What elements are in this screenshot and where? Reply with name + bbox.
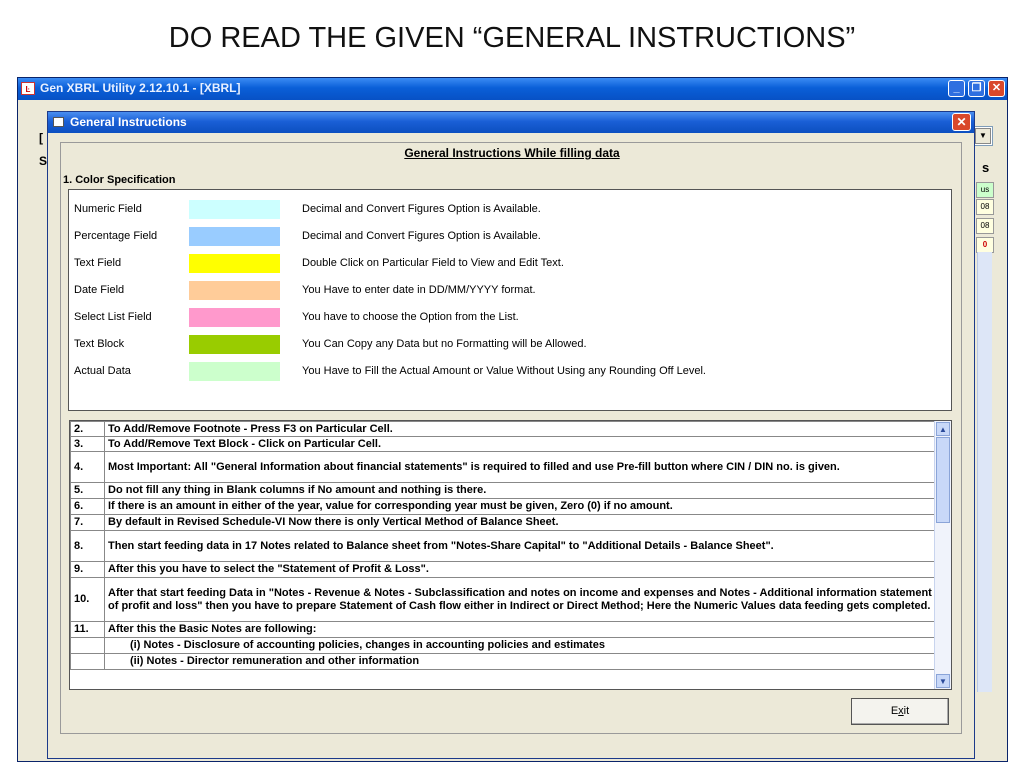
color-row-description: Decimal and Convert Figures Option is Av… xyxy=(302,230,541,242)
color-swatch xyxy=(189,254,280,273)
dialog-title: General Instructions xyxy=(70,115,187,129)
item-number: 4. xyxy=(70,451,105,483)
color-row: Numeric Field Decimal and Convert Figure… xyxy=(69,198,949,224)
bg-cell[interactable]: 0 xyxy=(976,237,994,253)
item-text: To Add/Remove Text Block - Click on Part… xyxy=(104,436,936,452)
general-instructions-dialog: General Instructions ✕ General Instructi… xyxy=(47,111,975,759)
item-text: After this the Basic Notes are following… xyxy=(104,621,936,638)
color-swatch xyxy=(189,335,280,354)
color-swatch xyxy=(189,281,280,300)
instructions-heading: General Instructions While filling data xyxy=(404,146,620,160)
bg-cell[interactable]: 08 xyxy=(976,218,994,234)
item-text: By default in Revised Schedule-VI Now th… xyxy=(104,514,936,531)
list-item: 8. Then start feeding data in 17 Notes r… xyxy=(70,530,936,562)
item-text: If there is an amount in either of the y… xyxy=(104,498,936,515)
item-number: 11. xyxy=(70,621,105,638)
color-row-description: You have to choose the Option from the L… xyxy=(302,311,519,323)
item-text: Most Important: All "General Information… xyxy=(104,451,936,483)
item-text: After this you have to select the "State… xyxy=(104,561,936,578)
color-row: Percentage Field Decimal and Convert Fig… xyxy=(69,225,949,251)
list-item: 6. If there is an amount in either of th… xyxy=(70,498,936,515)
list-scrollbar[interactable]: ▲ ▼ xyxy=(934,421,951,689)
color-row: Date Field You Have to enter date in DD/… xyxy=(69,279,949,305)
item-text: (i) Notes - Disclosure of accounting pol… xyxy=(104,637,936,654)
item-number: 3. xyxy=(70,436,105,452)
scroll-up-icon[interactable]: ▲ xyxy=(936,422,950,436)
item-number: 5. xyxy=(70,482,105,499)
item-text: After that start feeding Data in "Notes … xyxy=(104,577,936,622)
color-row: Text Block You Can Copy any Data but no … xyxy=(69,333,949,359)
color-row-label: Select List Field xyxy=(74,311,152,323)
color-row: Text Field Double Click on Particular Fi… xyxy=(69,252,949,278)
window-icon xyxy=(53,117,64,127)
color-swatch xyxy=(189,308,280,327)
list-item: 11. After this the Basic Notes are follo… xyxy=(70,621,936,638)
item-number: 2. xyxy=(70,421,105,437)
color-row: Select List Field You have to choose the… xyxy=(69,306,949,332)
item-number xyxy=(70,637,105,654)
color-row: Actual Data You Have to Fill the Actual … xyxy=(69,360,949,386)
list-item: 2. To Add/Remove Footnote - Press F3 on … xyxy=(70,421,936,437)
exit-label-end: it xyxy=(903,705,910,717)
instructions-table: 2. To Add/Remove Footnote - Press F3 on … xyxy=(70,421,936,670)
color-row-label: Date Field xyxy=(74,284,125,296)
app-titlebar[interactable]: Ŀ Gen XBRL Utility 2.12.10.1 - [XBRL] _ … xyxy=(18,78,1007,100)
item-number: 6. xyxy=(70,498,105,515)
item-number: 10. xyxy=(70,577,105,622)
list-item: (ii) Notes - Director remuneration and o… xyxy=(70,653,936,670)
chevron-down-icon: ▼ xyxy=(975,128,991,144)
list-item: (i) Notes - Disclosure of accounting pol… xyxy=(70,637,936,654)
item-text: Do not fill any thing in Blank columns i… xyxy=(104,482,936,499)
bg-fragment-right: s xyxy=(982,160,990,175)
bg-fragment-s: S xyxy=(39,154,48,168)
list-item: 3. To Add/Remove Text Block - Click on P… xyxy=(70,436,936,452)
list-item: 7. By default in Revised Schedule-VI Now… xyxy=(70,514,936,531)
item-number: 8. xyxy=(70,530,105,562)
instructions-list[interactable]: 2. To Add/Remove Footnote - Press F3 on … xyxy=(69,420,952,690)
color-row-label: Actual Data xyxy=(74,365,131,377)
maximize-button[interactable]: ❐ xyxy=(968,80,985,97)
section1-title: 1. Color Specification xyxy=(63,174,176,186)
color-row-description: You Can Copy any Data but no Formatting … xyxy=(302,338,587,350)
color-swatch xyxy=(189,200,280,219)
bg-cell[interactable]: us xyxy=(976,182,994,198)
app-close-button[interactable]: ✕ xyxy=(988,80,1005,97)
list-item: 4. Most Important: All "General Informat… xyxy=(70,451,936,483)
list-item: 10. After that start feeding Data in "No… xyxy=(70,577,936,622)
color-row-label: Numeric Field xyxy=(74,203,142,215)
scroll-thumb[interactable] xyxy=(936,437,950,523)
item-number xyxy=(70,653,105,670)
color-row-description: Double Click on Particular Field to View… xyxy=(302,257,564,269)
exit-button[interactable]: Exit xyxy=(851,698,949,725)
item-number: 9. xyxy=(70,561,105,578)
dialog-close-button[interactable]: ✕ xyxy=(952,113,971,131)
bg-fragment-bracket: [ xyxy=(39,131,43,145)
item-text: To Add/Remove Footnote - Press F3 on Par… xyxy=(104,421,936,437)
bg-cell[interactable]: 08 xyxy=(976,199,994,215)
color-row-label: Text Field xyxy=(74,257,122,269)
item-text: Then start feeding data in 17 Notes rela… xyxy=(104,530,936,562)
item-number: 7. xyxy=(70,514,105,531)
color-row-label: Percentage Field xyxy=(74,230,158,242)
color-swatch xyxy=(189,362,280,381)
app-title: Gen XBRL Utility 2.12.10.1 - [XBRL] xyxy=(40,81,241,95)
minimize-button[interactable]: _ xyxy=(948,80,965,97)
item-text: (ii) Notes - Director remuneration and o… xyxy=(104,653,936,670)
slide-title: DO READ THE GIVEN “GENERAL INSTRUCTIONS” xyxy=(168,22,856,54)
color-row-label: Text Block xyxy=(74,338,125,350)
scroll-down-icon[interactable]: ▼ xyxy=(936,674,950,688)
app-logo-icon: Ŀ xyxy=(21,82,35,95)
bg-scrollbar[interactable] xyxy=(977,252,992,692)
color-specification-panel: Numeric Field Decimal and Convert Figure… xyxy=(68,189,952,411)
color-row-description: You Have to Fill the Actual Amount or Va… xyxy=(302,365,706,377)
dialog-titlebar[interactable]: General Instructions ✕ xyxy=(48,112,974,133)
color-row-description: Decimal and Convert Figures Option is Av… xyxy=(302,203,541,215)
list-item: 9. After this you have to select the "St… xyxy=(70,561,936,578)
list-item: 5. Do not fill any thing in Blank column… xyxy=(70,482,936,499)
color-row-description: You Have to enter date in DD/MM/YYYY for… xyxy=(302,284,536,296)
color-swatch xyxy=(189,227,280,246)
